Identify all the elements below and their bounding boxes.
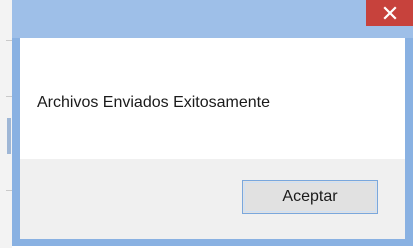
- dialog-body: Archivos Enviados Exitosamente Aceptar: [20, 38, 405, 239]
- close-button[interactable]: [366, 0, 413, 26]
- close-icon: [382, 6, 397, 20]
- desktop-accent: [7, 118, 11, 154]
- accept-button-label: Aceptar: [282, 188, 338, 205]
- message-dialog: Archivos Enviados Exitosamente Aceptar: [12, 0, 413, 246]
- desktop-background: [0, 0, 12, 248]
- dialog-footer: Aceptar: [20, 159, 405, 239]
- dialog-titlebar[interactable]: [12, 0, 413, 38]
- dialog-message: Archivos Enviados Exitosamente: [37, 94, 270, 111]
- accept-button[interactable]: Aceptar: [242, 180, 378, 214]
